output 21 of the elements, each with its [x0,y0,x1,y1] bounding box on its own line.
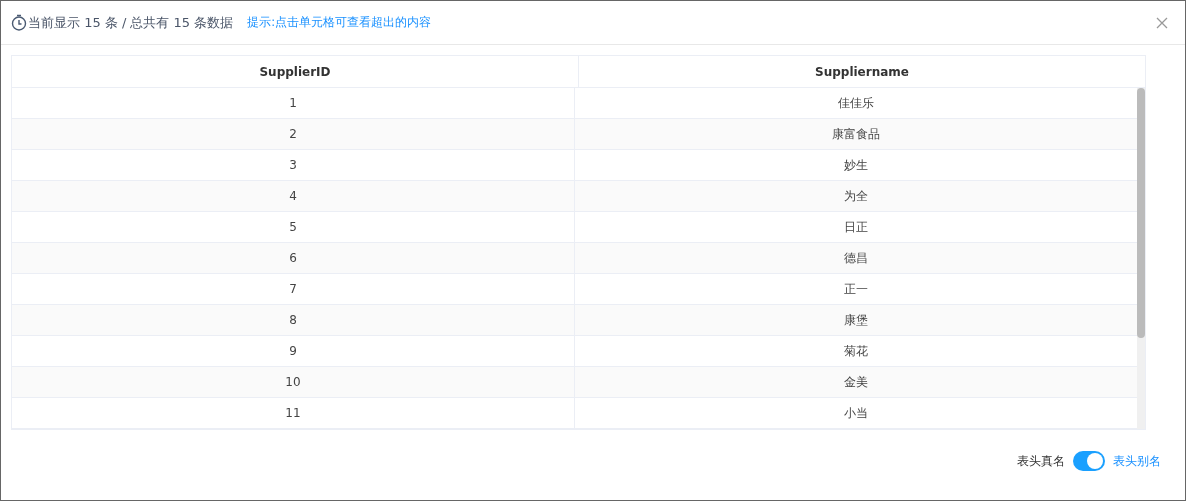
table-cell[interactable]: 3 [12,150,574,180]
real-name-label: 表头真名 [1017,452,1065,470]
table-cell[interactable]: 7 [12,274,574,304]
table-cell[interactable]: 4 [12,181,574,211]
scrollbar[interactable] [1137,88,1145,429]
record-count: 当前显示 15 条 / 总共有 15 条数据 [28,13,234,32]
table-cell[interactable]: 10 [12,367,574,397]
table-cell[interactable]: 8 [12,305,574,335]
column-header[interactable]: Suppliername [578,56,1145,87]
hint-text: 提示:点击单元格可查看超出的内容 [247,15,432,30]
stopwatch-icon [11,14,27,31]
column-header[interactable]: SupplierID [12,56,578,87]
table-cell[interactable]: 5 [12,212,574,242]
alias-label: 表头别名 [1113,452,1161,470]
table-cell[interactable]: 9 [12,336,574,366]
table-cell[interactable]: 6 [12,243,574,273]
close-icon[interactable] [1156,16,1168,29]
header-name-switch[interactable] [1073,451,1105,471]
table-cell[interactable]: 11 [12,398,574,428]
table-cell[interactable]: 1 [12,88,574,118]
table-cell[interactable]: 2 [12,119,574,149]
